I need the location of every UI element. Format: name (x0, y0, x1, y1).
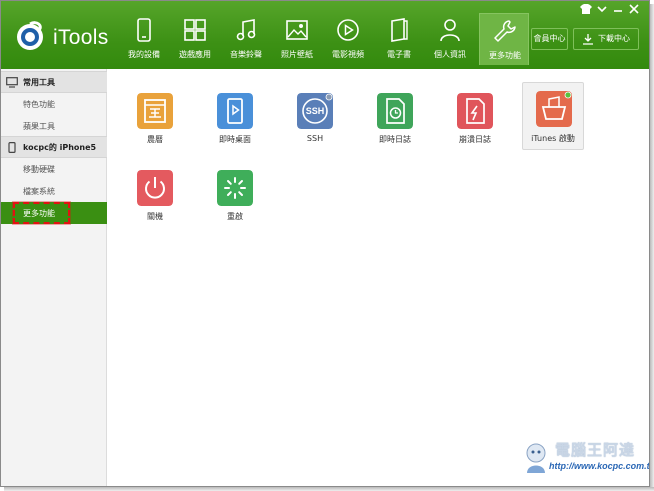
nav-music[interactable]: 音樂鈴聲 (221, 13, 271, 65)
sidebar-item-label: 蘋果工具 (23, 122, 55, 131)
music-note-icon (236, 19, 256, 41)
download-icon (583, 34, 593, 45)
nav-label: 音樂鈴聲 (230, 50, 262, 59)
top-bar: iTools 我的設備 遊戲應用 音樂鈴聲 照片壁紙 電影視頻 電子書 個人資訊… (1, 1, 649, 69)
sidebar-item-apple-tools[interactable]: 蘋果工具 (1, 115, 107, 137)
photo-icon (286, 20, 308, 40)
sidebar-item-label: 特色功能 (23, 100, 55, 109)
sidebar-item-label: 移動硬碟 (23, 165, 55, 174)
tool-label: 即時日誌 (379, 135, 411, 144)
sidebar-item-mobile-disk[interactable]: 移動硬碟 (1, 158, 107, 180)
calendar-icon (137, 93, 173, 129)
window-shadow-bottom (4, 487, 654, 491)
nav-label: 我的設備 (128, 50, 160, 59)
crash-log-icon (457, 93, 493, 129)
monitor-icon (6, 77, 18, 88)
tool-label: 關機 (147, 212, 163, 221)
minimize-icon[interactable] (611, 3, 625, 15)
sidebar-item-file-system[interactable]: 檔案系統 (1, 180, 107, 202)
sidebar-item-featured[interactable]: 特色功能 (1, 93, 107, 115)
nav-label: 更多功能 (489, 51, 521, 60)
tool-live-log[interactable]: 即時日誌 (359, 71, 431, 144)
nav-my-device[interactable]: 我的設備 (119, 13, 169, 65)
mascot-icon (526, 443, 546, 473)
log-clock-icon (377, 93, 413, 129)
nav-label: 照片壁紙 (281, 50, 313, 59)
nav-videos[interactable]: 電影視頻 (323, 13, 373, 65)
tool-ssh[interactable]: SSH SSH (279, 71, 351, 143)
tool-label: SSH (306, 134, 324, 143)
sidebar-item-label: 更多功能 (23, 209, 55, 218)
tool-crash-log[interactable]: 崩潰日誌 (439, 71, 511, 144)
tool-label: 崩潰日誌 (459, 135, 491, 144)
tool-shutdown[interactable]: 關機 (119, 148, 191, 221)
nav-label: 遊戲應用 (179, 50, 211, 59)
play-icon (337, 19, 359, 41)
phone-icon (8, 142, 16, 153)
member-center-button[interactable]: 會員中心 (531, 28, 568, 50)
nav-photos[interactable]: 照片壁紙 (272, 13, 322, 65)
sidebar-section-label: kocpc的 iPhone5 (23, 143, 97, 152)
ssh-icon: SSH (297, 93, 333, 129)
app-title: iTools (53, 26, 109, 49)
download-center-button[interactable]: 下載中心 (573, 28, 639, 50)
nav-ebooks[interactable]: 電子書 (374, 13, 424, 65)
skin-icon[interactable] (579, 3, 593, 15)
nav-label: 電子書 (387, 50, 411, 59)
itunes-basket-icon (536, 91, 572, 127)
itools-window: iTools 我的設備 遊戲應用 音樂鈴聲 照片壁紙 電影視頻 電子書 個人資訊… (0, 0, 650, 487)
tool-lunar-calendar[interactable]: 農曆 (119, 71, 191, 144)
window-shadow-right (650, 4, 654, 491)
watermark-url: http://www.kocpc.com.tw (549, 461, 650, 471)
apps-grid-icon (184, 19, 206, 41)
itools-logo-icon (17, 21, 43, 50)
person-icon (440, 19, 460, 42)
menu-icon[interactable] (595, 3, 609, 15)
book-icon (391, 18, 408, 42)
sidebar-section-device[interactable]: kocpc的 iPhone5 (1, 136, 107, 158)
sidebar-section-label: 常用工具 (23, 78, 55, 87)
tool-restart[interactable]: 重啟 (199, 148, 271, 221)
watermark: 電腦王阿達 http://www.kocpc.com.tw (521, 439, 649, 481)
desktop-play-icon (217, 93, 253, 129)
tool-label: 重啟 (227, 212, 243, 221)
tools-panel: 農曆 即時桌面 SSH SSH 即時日誌 崩潰日誌 iTunes 啟動 關機 重… (108, 69, 649, 486)
sidebar-section-common-tools[interactable]: 常用工具 (1, 71, 107, 93)
restart-icon (217, 170, 253, 206)
tool-itunes-launch[interactable]: iTunes 啟動 (522, 82, 584, 150)
tool-label: 即時桌面 (219, 135, 251, 144)
tool-live-desktop[interactable]: 即時桌面 (199, 71, 271, 144)
nav-personal-info[interactable]: 個人資訊 (425, 13, 475, 65)
svg-text:SSH: SSH (306, 106, 325, 116)
watermark-title: 電腦王阿達 (555, 441, 636, 459)
close-icon[interactable] (627, 3, 641, 15)
tool-label: iTunes 啟動 (531, 134, 575, 143)
nav-label: 電影視頻 (332, 50, 364, 59)
phone-icon (137, 18, 151, 42)
nav-games-apps[interactable]: 遊戲應用 (170, 13, 220, 65)
wrench-icon (494, 20, 516, 42)
download-center-label: 下載中心 (598, 34, 630, 43)
sidebar-item-more-features[interactable]: 更多功能 (1, 202, 107, 224)
nav-more-features[interactable]: 更多功能 (479, 13, 529, 65)
nav-label: 個人資訊 (434, 50, 466, 59)
sidebar-item-label: 檔案系統 (23, 187, 55, 196)
sidebar: 常用工具 特色功能 蘋果工具 kocpc的 iPhone5 移動硬碟 檔案系統 … (1, 69, 107, 486)
power-icon (137, 170, 173, 206)
tool-label: 農曆 (147, 135, 163, 144)
